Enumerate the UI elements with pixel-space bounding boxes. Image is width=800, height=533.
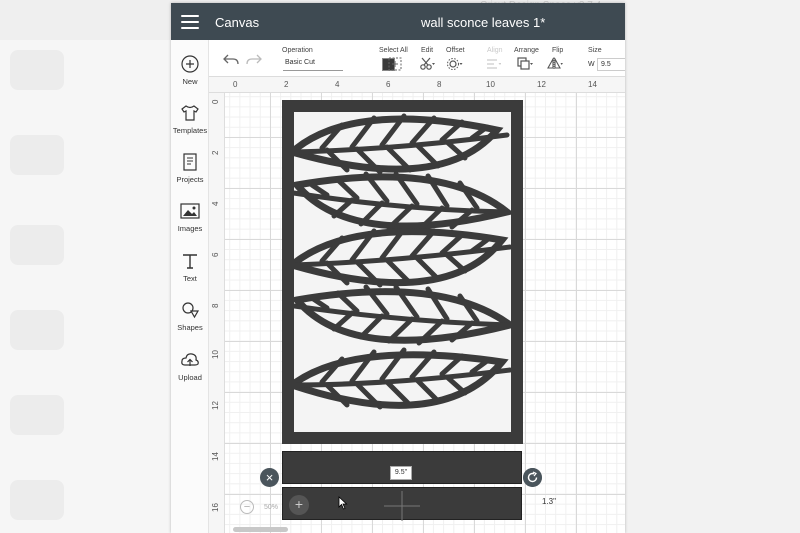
- horizontal-scrollbar[interactable]: [233, 527, 288, 532]
- ruler-tick: 16: [211, 503, 220, 512]
- sidebar-item-label: Images: [177, 224, 203, 233]
- sidebar-item-images[interactable]: Images: [171, 201, 209, 233]
- ruler-tick: 6: [386, 80, 391, 89]
- leaf-panel-design[interactable]: [282, 100, 523, 444]
- blurred-item: [10, 310, 64, 350]
- offset-label: Offset: [446, 47, 465, 54]
- selection-width-label: 9.5": [390, 466, 412, 480]
- blurred-right-area: [625, 0, 800, 533]
- edit-toolbar: Operation Basic Cut Select All Edit Offs…: [209, 40, 625, 77]
- projects-icon: [183, 153, 197, 171]
- blurred-item: [10, 395, 64, 435]
- align-icon: [487, 59, 501, 69]
- sidebar-item-label: Projects: [176, 175, 204, 184]
- sidebar-item-new[interactable]: New: [171, 54, 209, 86]
- ruler-tick: 14: [588, 80, 597, 89]
- plus-circle-icon: [181, 55, 199, 73]
- offset-icon[interactable]: [447, 57, 463, 71]
- ruler-tick: 8: [211, 303, 220, 308]
- sidebar-item-upload[interactable]: Upload: [171, 350, 209, 382]
- ruler-top: 0 2 4 6 8 10 12 14: [209, 77, 625, 93]
- operation-label: Operation: [282, 47, 313, 54]
- operation-select[interactable]: Basic Cut: [283, 59, 343, 71]
- rotate-icon[interactable]: [523, 468, 542, 487]
- size-width-label: W: [588, 61, 595, 68]
- ruler-tick: 12: [537, 80, 546, 89]
- size-width-field[interactable]: 9.5: [597, 58, 625, 71]
- edit-label: Edit: [421, 47, 434, 54]
- selection-height-label: 1.3": [542, 497, 556, 506]
- sidebar-item-label: Text: [183, 274, 197, 283]
- sidebar-item-label: New: [182, 77, 198, 86]
- sidebar-item-text[interactable]: Text: [171, 251, 209, 283]
- mouse-cursor-icon: [338, 496, 348, 510]
- select-all-icon[interactable]: [387, 57, 403, 71]
- ruler-tick: 4: [335, 80, 340, 89]
- sidebar-item-label: Shapes: [177, 323, 203, 332]
- app-header: Canvas wall sconce leaves 1*: [171, 3, 625, 40]
- ruler-tick: 12: [211, 401, 220, 410]
- ruler-tick: 14: [211, 452, 220, 461]
- ruler-tick: 2: [284, 80, 289, 89]
- image-icon: [180, 203, 200, 219]
- design-space-window: Canvas wall sconce leaves 1* New Templat…: [171, 3, 625, 533]
- select-all-label: Select All: [379, 47, 408, 54]
- blurred-item: [10, 225, 64, 265]
- undo-icon[interactable]: [223, 53, 239, 67]
- sidebar-item-label: Upload: [178, 373, 202, 382]
- menu-icon[interactable]: [181, 15, 199, 29]
- crosshair-icon: [384, 491, 420, 521]
- text-icon: [183, 254, 197, 269]
- ruler-tick: 8: [437, 80, 442, 89]
- blurred-item: [10, 50, 64, 90]
- zoom-in-button[interactable]: +: [289, 495, 309, 515]
- ruler-tick: 10: [486, 80, 495, 89]
- ruler-tick: 10: [211, 350, 220, 359]
- arrange-icon[interactable]: [517, 57, 533, 71]
- design-sidebar: New Templates Projects Images Text Shape…: [171, 40, 209, 533]
- ruler-tick: 2: [211, 150, 220, 155]
- sidebar-item-projects[interactable]: Projects: [171, 152, 209, 184]
- ruler-tick: 0: [233, 80, 238, 89]
- close-icon[interactable]: ×: [260, 468, 279, 487]
- ruler-left: 0 2 4 6 8 10 12 14 16: [209, 93, 225, 533]
- blurred-item: [10, 480, 64, 520]
- ruler-tick: 6: [211, 252, 220, 257]
- ruler-tick: 4: [211, 201, 220, 206]
- size-label: Size: [588, 47, 602, 54]
- blurred-item: [10, 135, 64, 175]
- align-label: Align: [487, 47, 503, 54]
- flip-label: Flip: [552, 47, 564, 54]
- redo-icon[interactable]: [246, 53, 262, 67]
- ruler-tick: 0: [211, 99, 220, 104]
- arrange-label: Arrange: [514, 47, 539, 54]
- sidebar-item-label: Templates: [172, 126, 208, 135]
- zoom-level: 50%: [264, 504, 279, 511]
- zoom-out-button[interactable]: −: [240, 500, 254, 514]
- flip-icon[interactable]: [547, 57, 563, 71]
- document-title: wall sconce leaves 1*: [421, 15, 546, 30]
- sidebar-item-shapes[interactable]: Shapes: [171, 300, 209, 332]
- page-title: Canvas: [215, 15, 260, 30]
- upload-icon: [181, 353, 199, 366]
- shapes-icon: [182, 302, 200, 319]
- sidebar-item-templates[interactable]: Templates: [171, 103, 209, 135]
- shirt-icon: [181, 105, 199, 121]
- scissors-icon[interactable]: [419, 57, 435, 71]
